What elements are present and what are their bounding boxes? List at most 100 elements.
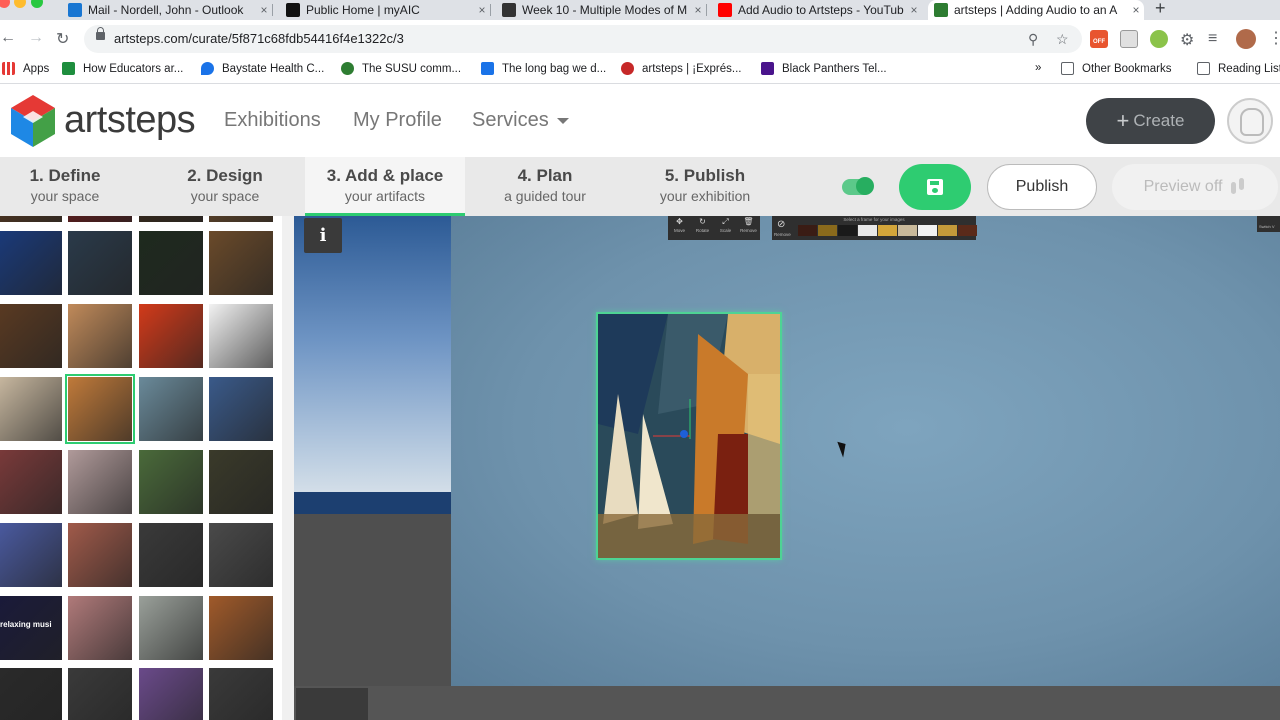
step-design[interactable]: 2. Design your space	[160, 157, 290, 216]
frame-swatch[interactable]	[838, 225, 857, 236]
selected-artwork[interactable]	[596, 312, 782, 560]
zoom-icon[interactable]: ⚲	[1028, 31, 1038, 48]
bookmark-item[interactable]: Baystate Health C...	[201, 62, 324, 75]
scale-tool[interactable]: ⤢ Scale	[716, 216, 736, 234]
frame-swatch[interactable]	[958, 225, 977, 236]
nav-services[interactable]: Services	[472, 109, 569, 132]
artifact-thumbnail[interactable]	[209, 523, 273, 587]
step-add-place[interactable]: 3. Add & place your artifacts	[305, 157, 465, 216]
nav-exhibitions[interactable]: Exhibitions	[224, 109, 321, 132]
tab-close-icon[interactable]: ×	[256, 3, 272, 17]
remove-tool[interactable]: 🗑 Remove	[739, 216, 759, 234]
artifact-thumbnail[interactable]	[139, 377, 203, 441]
artifact-thumbnail[interactable]	[0, 668, 62, 720]
bookmarks-overflow-button[interactable]: »	[1035, 62, 1041, 74]
artsteps-logo-text[interactable]: artsteps	[64, 99, 196, 142]
other-bookmarks[interactable]: Other Bookmarks	[1061, 62, 1171, 75]
frame-swatch[interactable]	[918, 225, 937, 236]
artifact-thumbnail[interactable]	[68, 596, 132, 660]
frame-swatch[interactable]	[878, 225, 897, 236]
frame-swatch[interactable]	[938, 225, 957, 236]
user-avatar[interactable]	[1227, 98, 1273, 144]
artifact-thumbnail[interactable]	[209, 668, 273, 720]
artifact-thumbnail[interactable]: relaxing musi	[0, 596, 62, 660]
artifact-thumbnail[interactable]	[209, 231, 273, 295]
artifact-thumbnail[interactable]	[68, 216, 132, 222]
bookmark-item[interactable]: How Educators ar...	[62, 62, 183, 75]
artifact-thumbnail[interactable]	[139, 523, 203, 587]
step-plan[interactable]: 4. Plan a guided tour	[480, 157, 610, 216]
frame-swatch[interactable]	[818, 225, 837, 236]
artifact-thumbnail[interactable]	[0, 523, 62, 587]
artifact-thumbnail[interactable]	[209, 377, 273, 441]
artifact-thumbnail[interactable]	[68, 304, 132, 368]
artifact-scrollbar[interactable]	[282, 216, 294, 720]
artifact-thumbnail[interactable]	[209, 304, 273, 368]
artifact-thumbnail[interactable]	[0, 216, 62, 222]
puzzle-extensions-icon[interactable]: ⚙	[1180, 30, 1194, 50]
exhibition-3d-viewport[interactable]: i ✥ Move ↻ Rotate ⤢ Scale 🗑 Remove Selec…	[294, 216, 1280, 720]
artifact-thumbnail[interactable]	[209, 450, 273, 514]
artifact-thumbnail[interactable]	[139, 216, 203, 222]
visibility-toggle[interactable]	[842, 177, 874, 195]
step-define[interactable]: 1. Define your space	[0, 157, 130, 216]
artifact-thumbnail[interactable]	[0, 377, 62, 441]
preview-button[interactable]: Preview off	[1112, 164, 1278, 210]
nav-my-profile[interactable]: My Profile	[353, 109, 442, 132]
tab-close-icon[interactable]: ×	[474, 3, 490, 17]
minimap-panel[interactable]	[296, 688, 368, 720]
artifact-thumbnail[interactable]	[68, 231, 132, 295]
artifact-thumbnail[interactable]	[68, 668, 132, 720]
bookmark-item[interactable]: artsteps | ¡Exprés...	[621, 62, 742, 75]
new-tab-button[interactable]: +	[1155, 0, 1166, 17]
bookmark-star-icon[interactable]: ☆	[1056, 31, 1069, 48]
reading-queue-icon[interactable]: ≡	[1208, 30, 1217, 48]
artifact-thumbnail[interactable]	[139, 596, 203, 660]
gallery-wall[interactable]	[451, 216, 1280, 686]
rotate-tool[interactable]: ↻ Rotate	[693, 216, 713, 234]
artifact-thumbnail[interactable]	[139, 231, 203, 295]
frame-swatch[interactable]	[798, 225, 817, 236]
profile-avatar[interactable]	[1236, 29, 1256, 49]
step-publish[interactable]: 5. Publish your exhibition	[640, 157, 770, 216]
forward-arrow-icon[interactable]: →	[28, 29, 44, 47]
bookmark-apps[interactable]: Apps	[2, 62, 49, 75]
extension-icon[interactable]	[1120, 30, 1138, 48]
artifact-thumbnail[interactable]	[139, 450, 203, 514]
bookmark-item[interactable]: The SUSU comm...	[341, 62, 461, 75]
minimize-window-button[interactable]	[14, 0, 26, 8]
artifact-thumbnail[interactable]	[65, 374, 135, 444]
artifact-thumbnail[interactable]	[209, 216, 273, 222]
tab-close-icon[interactable]: ×	[690, 3, 706, 17]
bookmark-item[interactable]: The long bag we d...	[481, 62, 606, 75]
browser-tab[interactable]: Mail - Nordell, John - Outlook ×	[62, 0, 273, 20]
artifact-thumbnail[interactable]	[68, 523, 132, 587]
browser-tab[interactable]: Week 10 - Multiple Modes of M ×	[496, 0, 707, 20]
no-frame-icon[interactable]: ⊘	[777, 219, 785, 230]
artifact-thumbnail[interactable]	[139, 668, 203, 720]
artsteps-logo-icon[interactable]	[8, 93, 58, 149]
tab-close-icon[interactable]: ×	[906, 3, 922, 17]
ad-blocker-extension-icon[interactable]: OFF	[1090, 30, 1108, 48]
frame-swatch[interactable]	[898, 225, 917, 236]
save-button[interactable]	[899, 164, 971, 210]
browser-tab-active[interactable]: artsteps | Adding Audio to an A ×	[928, 0, 1144, 20]
artifact-thumbnail[interactable]	[209, 596, 273, 660]
frame-swatch[interactable]	[858, 225, 877, 236]
browser-tab[interactable]: Add Audio to Artsteps - YouTub ×	[712, 0, 922, 20]
reload-icon[interactable]: ↻	[56, 29, 69, 49]
reading-list[interactable]: Reading List	[1197, 62, 1280, 75]
back-arrow-icon[interactable]: ←	[0, 29, 16, 47]
artifact-thumbnail[interactable]	[68, 450, 132, 514]
artifact-thumbnail[interactable]	[0, 231, 62, 295]
move-tool[interactable]: ✥ Move	[670, 216, 690, 234]
artifact-thumbnail[interactable]	[0, 450, 62, 514]
address-bar[interactable]: artsteps.com/curate/5f871c68fdb54416f4e1…	[84, 25, 1082, 53]
info-button[interactable]: i	[304, 218, 342, 253]
artifact-thumbnail[interactable]	[139, 304, 203, 368]
grammarly-extension-icon[interactable]	[1150, 30, 1168, 48]
maximize-window-button[interactable]	[31, 0, 43, 8]
artifact-thumbnail[interactable]	[0, 304, 62, 368]
chrome-menu-icon[interactable]: ⋮	[1268, 28, 1280, 48]
create-button[interactable]: + Create	[1086, 98, 1215, 144]
